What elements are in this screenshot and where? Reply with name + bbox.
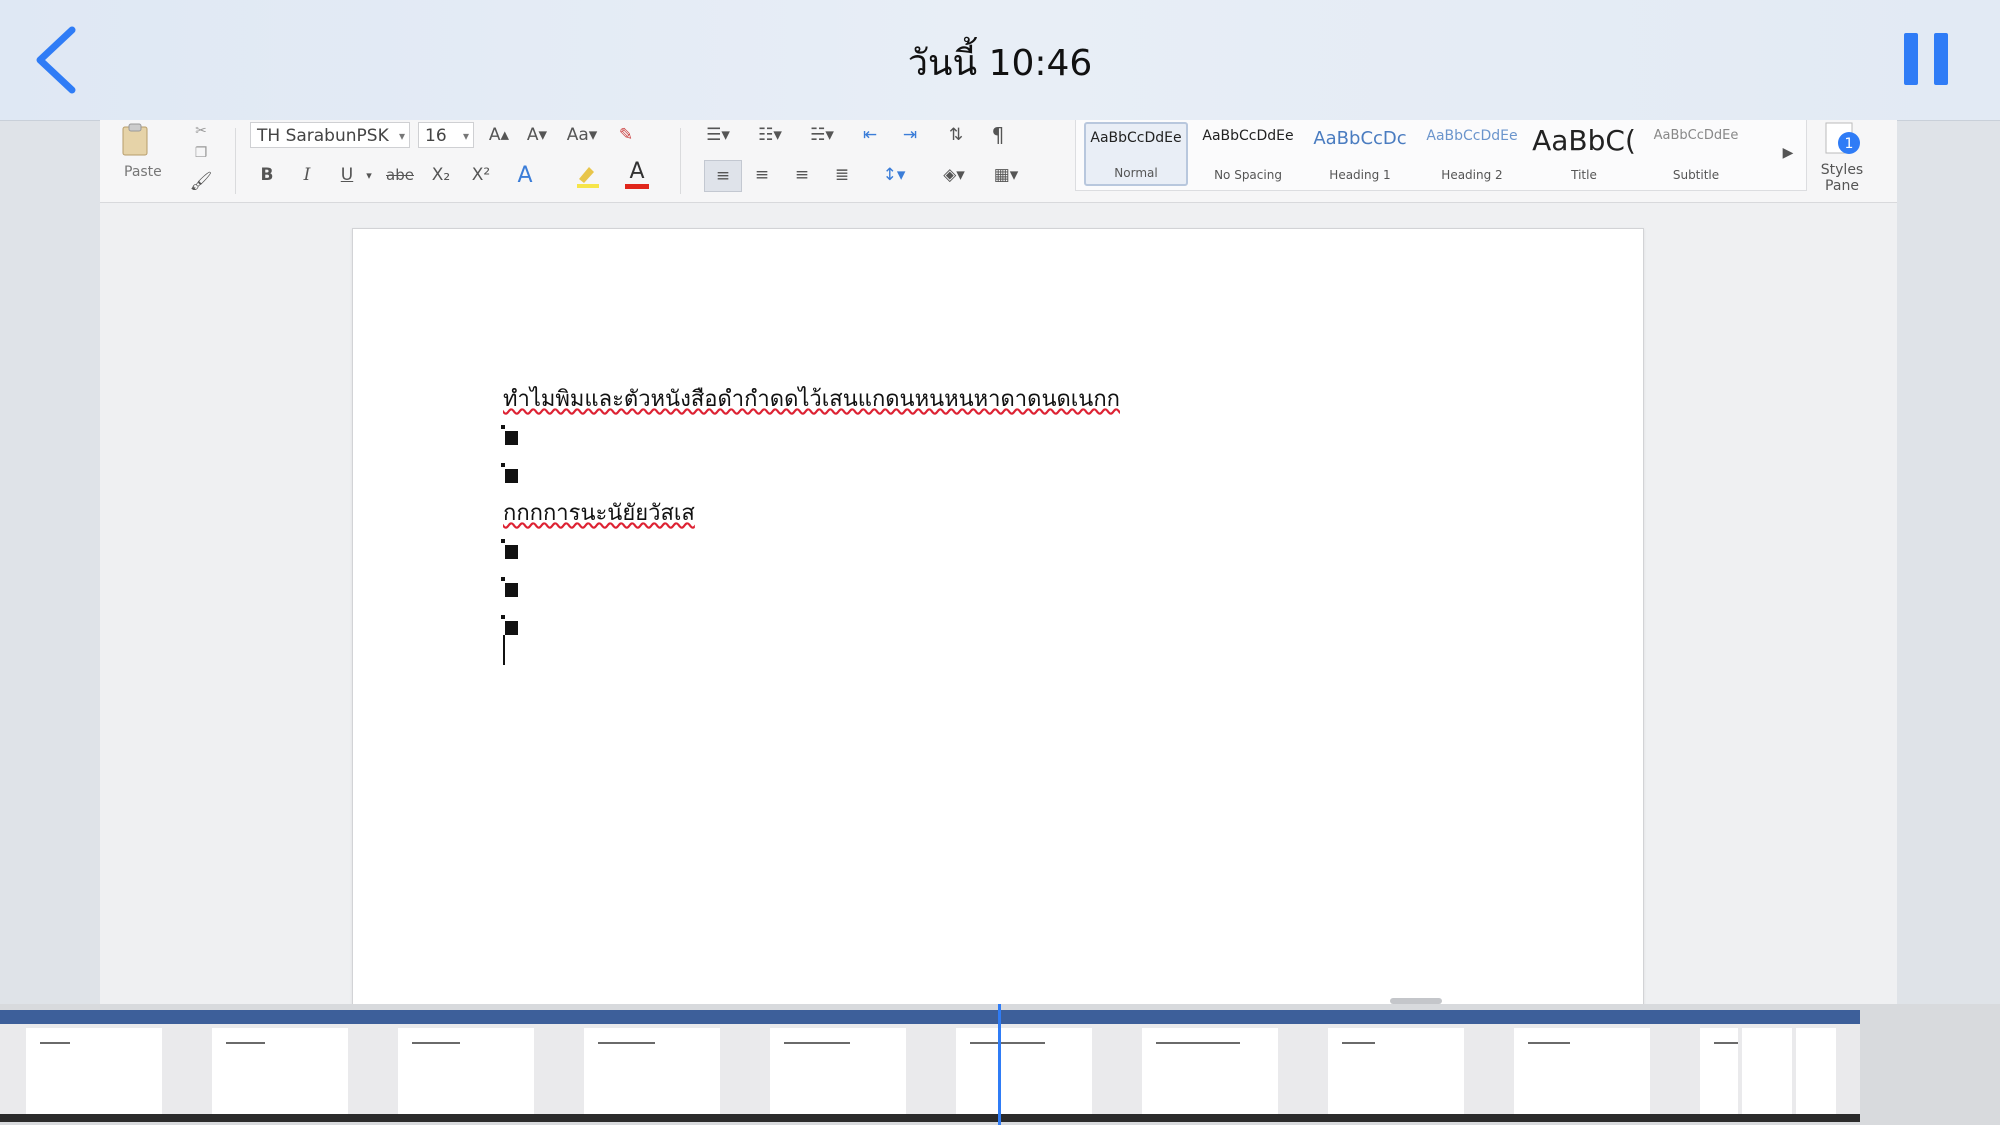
bullets-icon[interactable]: ☰▾: [696, 122, 740, 148]
text-effects-button[interactable]: A: [510, 160, 540, 190]
filmstrip-thumb: [0, 1010, 186, 1122]
bullet-marker: [501, 463, 518, 483]
align-center-icon[interactable]: ≡: [744, 160, 780, 190]
playhead[interactable]: [998, 1004, 1001, 1125]
bold-button[interactable]: B: [252, 160, 282, 190]
ribbon-toolbar: Paste ✂ ❐ 🖌 TH SarabunPSK 16 A▴ A▾ Aa▾ ✎…: [100, 120, 1897, 203]
style-heading-1[interactable]: AaBbCcDc Heading 1: [1308, 122, 1412, 186]
filmstrip-thumb: [930, 1010, 1116, 1122]
multilevel-list-icon[interactable]: ☵▾: [800, 122, 844, 148]
highlight-pen-icon[interactable]: [570, 160, 604, 190]
styles-pane-button[interactable]: 1: [1815, 120, 1869, 160]
styles-gallery: AaBbCcDdEe Normal AaBbCcDdEe No Spacing …: [1075, 120, 1807, 191]
filmstrip-thumb: [1116, 1010, 1302, 1122]
strikethrough-button[interactable]: abe: [382, 160, 418, 190]
italic-button[interactable]: I: [292, 160, 322, 190]
video-filmstrip[interactable]: [0, 1004, 2000, 1125]
change-case-icon[interactable]: Aa▾: [562, 122, 602, 148]
filmstrip-thumb: [372, 1010, 558, 1122]
document-line-1: ทำไมพิมและตัวหนังสือดำกำดดไว้เสนแกดนหนหน…: [503, 387, 1120, 412]
font-color-button[interactable]: A: [620, 160, 654, 190]
styles-more-icon[interactable]: ▶: [1776, 138, 1800, 168]
sort-icon[interactable]: ⇅: [938, 122, 974, 148]
word-window: Paste ✂ ❐ 🖌 TH SarabunPSK 16 A▴ A▾ Aa▾ ✎…: [100, 120, 1897, 1004]
paste-button[interactable]: [114, 120, 158, 160]
justify-icon[interactable]: ≣: [824, 160, 860, 190]
align-right-icon[interactable]: ≡: [784, 160, 820, 190]
copy-icon[interactable]: ❐: [188, 142, 214, 164]
pause-button[interactable]: [1904, 33, 1948, 85]
style-no-spacing[interactable]: AaBbCcDdEe No Spacing: [1196, 122, 1300, 186]
text-cursor: [503, 635, 505, 665]
increase-indent-icon[interactable]: ⇥: [892, 122, 928, 148]
pause-icon: [1904, 33, 1918, 85]
page-title: วันนี้ 10:46: [907, 43, 1093, 84]
font-name-select[interactable]: TH SarabunPSK: [250, 122, 410, 149]
filmstrip-thumb: [744, 1010, 930, 1122]
filmstrip-thumb: [1738, 1010, 1796, 1122]
styles-pane-label: Styles Pane: [1820, 162, 1864, 194]
style-heading-2[interactable]: AaBbCcDdEe Heading 2: [1420, 122, 1524, 186]
document-page[interactable]: ทำไมพิมและตัวหนังสือดำกำดดไว้เสนแกดนหนหน…: [352, 228, 1644, 1004]
underline-dropdown-icon[interactable]: ▾: [362, 160, 376, 190]
filmstrip-thumb: [558, 1010, 744, 1122]
bullet-marker: [501, 425, 518, 445]
line-spacing-icon[interactable]: ↕▾: [870, 160, 918, 190]
numbering-icon[interactable]: ☷▾: [748, 122, 792, 148]
svg-text:1: 1: [1845, 136, 1854, 152]
shading-icon[interactable]: ◈▾: [932, 160, 976, 190]
bullet-marker: [501, 539, 518, 559]
style-subtitle[interactable]: AaBbCcDdEe Subtitle: [1644, 122, 1748, 186]
font-size-select[interactable]: 16: [418, 122, 474, 149]
align-left-icon[interactable]: ≡: [704, 160, 742, 192]
bullet-marker: [501, 577, 518, 597]
borders-icon[interactable]: ▦▾: [984, 160, 1028, 190]
shrink-font-button[interactable]: A▾: [520, 122, 554, 148]
superscript-button[interactable]: X²: [464, 160, 498, 190]
grow-font-button[interactable]: A▴: [482, 122, 516, 148]
style-normal[interactable]: AaBbCcDdEe Normal: [1084, 122, 1188, 186]
clipboard-icon: [122, 123, 148, 156]
top-nav-bar: วันนี้ 10:46: [0, 0, 2000, 121]
filmstrip-thumb: [186, 1010, 372, 1122]
clear-formatting-icon[interactable]: ✎: [610, 122, 642, 148]
format-painter-icon[interactable]: 🖌: [188, 168, 214, 194]
style-title[interactable]: AaBbC( Title: [1532, 122, 1636, 186]
font-color-letter: A: [629, 158, 645, 184]
styles-pane-icon: 1: [1825, 122, 1860, 154]
filmstrip-thumb: [1488, 1010, 1674, 1122]
highlighter-icon: [577, 167, 599, 188]
pilcrow-icon[interactable]: ¶: [980, 122, 1016, 148]
cut-icon[interactable]: ✂: [188, 120, 214, 142]
bullet-marker: [501, 615, 518, 635]
subscript-button[interactable]: X₂: [424, 160, 458, 190]
underline-button[interactable]: U: [332, 160, 362, 190]
document-line-2: กกกการนะนัยัยวัสเส: [503, 501, 695, 526]
filmstrip-thumb: [1302, 1010, 1488, 1122]
paste-label: Paste: [124, 164, 162, 180]
decrease-indent-icon[interactable]: ⇤: [852, 122, 888, 148]
